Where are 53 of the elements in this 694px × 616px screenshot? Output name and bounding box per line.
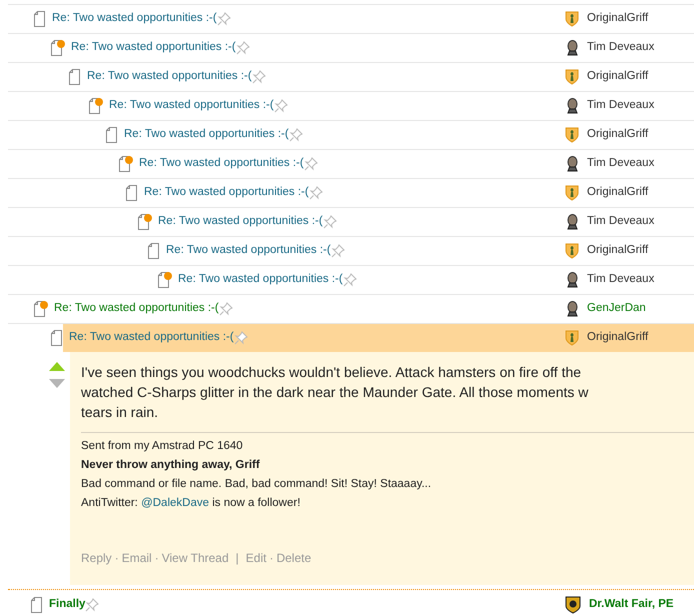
pin-icon (216, 12, 231, 26)
author-link[interactable]: Tim Deveaux (587, 155, 654, 173)
message-text-line: I've seen things you woodchucks wouldn't believe. Attack hamsters on fire off the (81, 363, 582, 382)
signature-line: Bad command or file name. Bad, bad command! Sit! Stay! Staaaay... (81, 477, 432, 492)
author-link[interactable]: Tim Deveaux (587, 271, 654, 289)
separator-text: · (114, 550, 119, 567)
pin-icon (304, 157, 318, 171)
author-link[interactable]: Tim Deveaux (587, 213, 654, 231)
author-link[interactable]: OriginalGriff (587, 126, 648, 144)
signature-line: Sent from my Amstrad PC 1640 (81, 439, 244, 454)
message-subject-link[interactable]: Re: Two wasted opportunities :-( (144, 184, 309, 202)
message-subject-link[interactable]: Re: Two wasted opportunities :-( (178, 271, 343, 289)
author-link[interactable]: OriginalGriff (587, 329, 648, 347)
message-text-line: tears in rain. (81, 403, 160, 422)
mention-link[interactable]: @DalekDave (141, 497, 209, 509)
separator-text: · (154, 550, 159, 567)
separator-text: · (269, 550, 274, 567)
message-subject-link[interactable]: Finally (49, 596, 86, 614)
author-link[interactable]: OriginalGriff (587, 184, 648, 202)
vote-down-icon[interactable] (49, 379, 65, 388)
pin-icon (252, 70, 266, 84)
pin-icon (236, 41, 250, 55)
message-subject-link[interactable]: Re: Two wasted opportunities :-( (139, 155, 304, 173)
author-link[interactable]: OriginalGriff (587, 10, 648, 28)
message-subject-link[interactable]: Re: Two wasted opportunities :-( (158, 213, 323, 231)
message-subject-link[interactable]: Re: Two wasted opportunities :-( (166, 242, 331, 260)
pin-icon (274, 99, 288, 113)
message-subject-link[interactable]: Re: Two wasted opportunities :-( (109, 97, 274, 115)
message-subject-link[interactable]: Re: Two wasted opportunities :-( (54, 300, 219, 318)
pin-icon (218, 302, 233, 316)
pin-icon (288, 128, 303, 142)
pin-icon (330, 244, 345, 258)
pin-icon (322, 215, 337, 229)
message-subject-link[interactable]: Re: Two wasted opportunities :-( (71, 39, 236, 57)
pin-icon (342, 273, 357, 287)
author-link[interactable]: GenJerDan (587, 300, 646, 318)
pin-icon (85, 598, 100, 612)
message-subject-link[interactable]: Re: Two wasted opportunities :-( (87, 68, 252, 86)
author-link[interactable]: Dr.Walt Fair, PE (589, 596, 674, 614)
pin-icon (308, 186, 323, 200)
signature-line: Never throw anything away, Griff (81, 458, 261, 473)
author-link[interactable]: OriginalGriff (587, 68, 648, 86)
vote-up-icon[interactable] (49, 362, 65, 371)
author-link[interactable]: OriginalGriff (587, 242, 648, 260)
signature-line: AntiTwitter: @DalekDave is now a follower! (81, 496, 302, 511)
message-subject-link[interactable]: Re: Two wasted opportunities :-( (69, 329, 234, 347)
message-subject-link[interactable]: Re: Two wasted opportunities :-( (124, 126, 289, 144)
message-text-line: watched C-Sharps glitter in the dark near the Maunder Gate. All those moments w (81, 383, 590, 402)
message-subject-link[interactable]: Re: Two wasted opportunities :-( (52, 10, 217, 28)
pin-icon (234, 331, 248, 345)
separator-text: | (236, 550, 239, 567)
author-link[interactable]: Tim Deveaux (587, 39, 654, 57)
author-link[interactable]: Tim Deveaux (587, 97, 654, 115)
